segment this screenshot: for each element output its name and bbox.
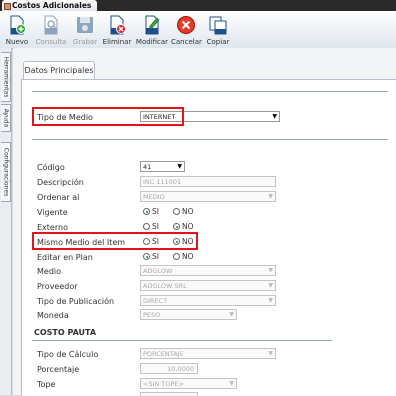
tipo-publicacion-label: Tipo de Publicación <box>37 297 115 306</box>
side-tab-ayuda[interactable]: Ayuda <box>1 104 11 132</box>
divider <box>32 340 332 341</box>
medio-select[interactable]: ADGLOW ▼ <box>140 265 276 276</box>
edit-document-icon <box>145 15 160 35</box>
highlight-box <box>32 107 184 126</box>
side-tab-configuraciones[interactable]: Configuraciones <box>1 142 11 202</box>
ordenar-al-label: Ordenar al <box>37 193 80 202</box>
porcentaje-label: Porcentaje <box>37 365 80 374</box>
moneda-select[interactable]: PESO ▼ <box>140 309 237 320</box>
editar-si-label: SI <box>152 252 159 261</box>
chevron-down-icon: ▼ <box>272 113 277 120</box>
tipo-calculo-select[interactable]: PORCENTAJE ▼ <box>140 348 276 359</box>
cancel-button[interactable]: Cancelar <box>171 13 202 47</box>
side-tab-herramientas[interactable]: Herramientas <box>1 52 11 102</box>
editar-no-label: NO <box>182 252 194 261</box>
chevron-down-icon: ▼ <box>268 282 273 289</box>
descripcion-field[interactable]: INC 111001 <box>140 176 276 187</box>
delete-document-icon <box>110 15 126 35</box>
highlight-box <box>32 232 198 250</box>
vigente-si-radio[interactable] <box>143 208 150 215</box>
tab-content: Tipo de Medio INTERNET ▼ Código 41 ▼ Descr… <box>21 79 396 396</box>
side-tab-strip: Herramientas Ayuda Configuraciones <box>0 48 12 395</box>
vigente-no-radio[interactable] <box>173 208 180 215</box>
new-button[interactable]: Nuevo <box>2 13 32 47</box>
modify-button[interactable]: Modificar <box>134 13 170 47</box>
window-titlebar: Costos Adicionales <box>0 0 396 11</box>
chevron-down-icon: ▼ <box>177 163 182 170</box>
codigo-label: Código <box>37 163 65 172</box>
cancel-icon <box>177 16 195 34</box>
tipo-calculo-label: Tipo de Cálculo <box>37 350 99 359</box>
save-label: Grabar <box>72 38 98 46</box>
toolbar: Nuevo Consulta Grabar Eliminar Modificar <box>0 11 396 49</box>
main-panel: Datos Principales Tipo de Medio INTERNET… <box>13 48 396 396</box>
delete-button[interactable]: Eliminar <box>102 13 132 47</box>
vigente-no-label: NO <box>182 207 194 216</box>
consult-label: Consulta <box>35 38 67 46</box>
externo-no-radio[interactable] <box>173 223 180 230</box>
window-title: Costos Adicionales <box>12 1 92 10</box>
divider <box>32 139 388 140</box>
chevron-down-icon: ▼ <box>229 311 234 318</box>
save-button[interactable]: Grabar <box>70 13 100 47</box>
costo-pauta-title: COSTO PAUTA <box>34 328 97 337</box>
editar-si-radio[interactable] <box>143 253 150 260</box>
tope-select[interactable]: <SIN TOPE> ▼ <box>140 378 237 389</box>
tope-amount-field[interactable] <box>140 392 198 396</box>
editar-no-radio[interactable] <box>173 253 180 260</box>
ordenar-al-select[interactable]: MEDIO ▼ <box>140 191 276 202</box>
copy-label: Copiar <box>206 38 230 46</box>
editar-en-plan-label: Editar en Plan <box>37 253 93 262</box>
cancel-label: Cancelar <box>171 38 202 46</box>
tipo-publicacion-select[interactable]: DIRECT ▼ <box>140 295 276 306</box>
externo-si-label: SI <box>152 222 159 231</box>
codigo-select[interactable]: 41 ▼ <box>140 161 185 172</box>
externo-no-label: NO <box>182 222 194 231</box>
copy-icon <box>209 16 227 35</box>
chevron-down-icon: ▼ <box>268 350 273 357</box>
delete-label: Eliminar <box>102 38 132 46</box>
proveedor-select[interactable]: ADGLOW SRL ▼ <box>140 280 276 291</box>
divider <box>32 91 388 92</box>
medio-label: Medio <box>37 267 62 276</box>
tab-datos-principales[interactable]: Datos Principales <box>23 61 95 81</box>
new-document-icon <box>10 15 26 35</box>
window-tab[interactable]: Costos Adicionales <box>2 0 98 11</box>
save-disk-icon <box>77 17 93 33</box>
descripcion-label: Descripción <box>37 178 84 187</box>
moneda-label: Moneda <box>37 311 69 320</box>
proveedor-label: Proveedor <box>37 282 78 291</box>
externo-si-radio[interactable] <box>143 223 150 230</box>
copy-button[interactable]: Copiar <box>204 13 232 47</box>
chevron-down-icon: ▼ <box>268 297 273 304</box>
vigente-label: Vigente <box>37 208 68 217</box>
chevron-down-icon: ▼ <box>268 193 273 200</box>
porcentaje-field[interactable]: 10,0000 <box>140 363 198 374</box>
tope-label: Tope <box>37 380 56 389</box>
externo-label: Externo <box>37 223 68 232</box>
consult-button[interactable]: Consulta <box>33 13 69 47</box>
modify-label: Modificar <box>135 38 169 46</box>
chevron-down-icon: ▼ <box>229 380 234 387</box>
new-label: Nuevo <box>5 38 29 46</box>
app-icon <box>4 3 11 10</box>
vigente-si-label: SI <box>152 207 159 216</box>
chevron-down-icon: ▼ <box>268 267 273 274</box>
search-document-icon <box>44 15 58 35</box>
